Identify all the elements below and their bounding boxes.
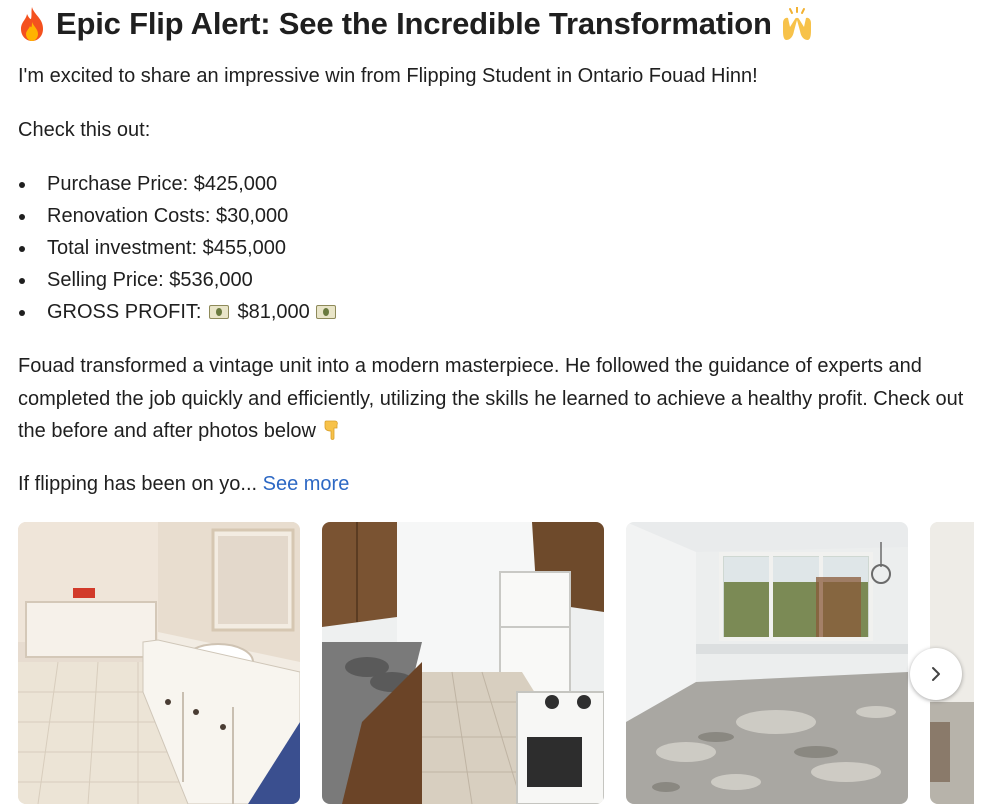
body-paragraph: Fouad transformed a vintage unit into a … xyxy=(18,350,982,448)
living-room-before-photo[interactable] xyxy=(626,522,908,804)
money-emoji-icon xyxy=(209,305,230,319)
chevron-right-icon xyxy=(932,667,940,681)
body-text: Fouad transformed a vintage unit into a … xyxy=(18,355,964,442)
pointing-down-emoji-icon xyxy=(322,419,342,441)
title-text: Epic Flip Alert: See the Incredible Tran… xyxy=(56,6,772,41)
deal-facts-list: Purchase Price: $425,000 Renovation Cost… xyxy=(18,168,344,328)
see-more-link[interactable]: See more xyxy=(263,473,350,495)
intro-paragraph: I'm excited to share an impressive win f… xyxy=(18,65,758,87)
raised-hands-emoji-icon xyxy=(780,6,814,41)
bathroom-before-photo[interactable] xyxy=(18,522,300,804)
fact-selling-price: Selling Price: $536,000 xyxy=(47,269,253,291)
list-item: Total investment: $455,000 xyxy=(18,232,344,264)
list-item: Purchase Price: $425,000 xyxy=(18,168,344,200)
list-item: GROSS PROFIT: $81,000 xyxy=(18,296,344,328)
fact-purchase-price: Purchase Price: $425,000 xyxy=(47,173,278,195)
fact-total-investment: Total investment: $455,000 xyxy=(47,237,287,259)
list-item: Renovation Costs: $30,000 xyxy=(18,200,344,232)
teaser-text: If flipping has been on yo... xyxy=(18,473,258,495)
list-item: Selling Price: $536,000 xyxy=(18,264,344,296)
fact-gross-profit-value: $81,000 xyxy=(237,301,310,323)
fire-emoji-icon xyxy=(18,6,46,42)
carousel-next-button[interactable] xyxy=(910,648,962,700)
fact-renovation-costs: Renovation Costs: $30,000 xyxy=(47,205,289,227)
check-paragraph: Check this out: xyxy=(18,119,151,141)
post-title: Epic Flip Alert: See the Incredible Tran… xyxy=(18,6,814,42)
photo-carousel xyxy=(18,522,974,804)
fact-gross-profit-label: GROSS PROFIT: xyxy=(47,301,202,323)
teaser-paragraph: If flipping has been on yo... See more xyxy=(18,468,982,500)
kitchen-before-photo[interactable] xyxy=(322,522,604,804)
money-emoji-icon xyxy=(315,305,336,319)
